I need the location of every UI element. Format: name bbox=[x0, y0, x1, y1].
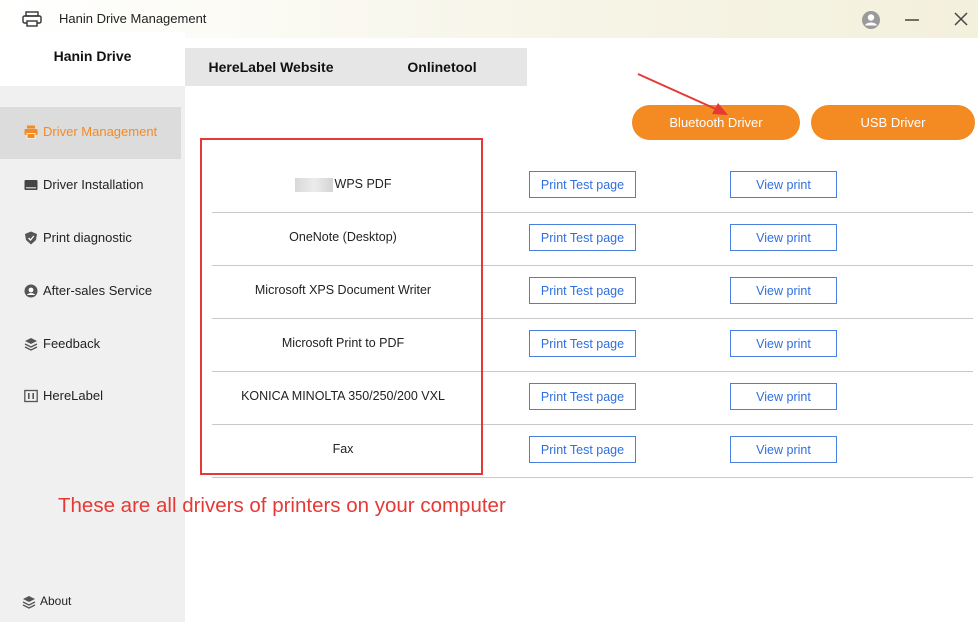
view-print-button[interactable]: View print bbox=[730, 436, 837, 463]
sidebar-item-driver-installation[interactable]: Driver Installation bbox=[0, 160, 181, 212]
sidebar-item-print-diagnostic[interactable]: Print diagnostic bbox=[0, 213, 181, 265]
print-test-page-button[interactable]: Print Test page bbox=[529, 436, 636, 463]
close-icon[interactable] bbox=[947, 8, 973, 30]
printer-icon bbox=[24, 125, 38, 139]
tab-hanin-drive[interactable]: Hanin Drive bbox=[0, 32, 185, 80]
sidebar-item-label: Feedback bbox=[43, 336, 101, 351]
tab-herelabel-website[interactable]: HereLabel Website bbox=[185, 48, 357, 86]
print-test-page-button[interactable]: Print Test page bbox=[529, 383, 636, 410]
print-test-page-button[interactable]: Print Test page bbox=[529, 277, 636, 304]
print-test-page-button[interactable]: Print Test page bbox=[529, 224, 636, 251]
sidebar-item-feedback[interactable]: Feedback bbox=[0, 319, 181, 371]
sidebar: Driver Management Driver Installation Pr… bbox=[0, 86, 185, 622]
annotation-arrow bbox=[637, 73, 728, 115]
sidebar-item-label: About bbox=[40, 594, 72, 608]
sidebar-item-label: Driver Installation bbox=[43, 177, 144, 192]
shield-icon bbox=[25, 231, 37, 245]
sidebar-item-label: Driver Management bbox=[43, 124, 158, 139]
sidebar-item-about[interactable]: About bbox=[0, 577, 181, 629]
sidebar-item-after-sales-service[interactable]: After-sales Service bbox=[0, 266, 181, 318]
minimize-icon[interactable] bbox=[900, 8, 924, 30]
printer-icon bbox=[22, 11, 42, 27]
tab-onlinetool[interactable]: Onlinetool bbox=[357, 48, 527, 86]
annotation-text: These are all drivers of printers on you… bbox=[58, 494, 506, 517]
sidebar-item-label: HereLabel bbox=[43, 388, 103, 403]
usb-driver-button[interactable]: USB Driver bbox=[811, 105, 975, 140]
sidebar-item-herelabel[interactable]: HereLabel bbox=[0, 371, 181, 423]
support-icon bbox=[24, 284, 38, 298]
view-print-button[interactable]: View print bbox=[730, 277, 837, 304]
sidebar-item-driver-management[interactable]: Driver Management bbox=[0, 107, 181, 159]
drive-icon bbox=[24, 180, 38, 190]
view-print-button[interactable]: View print bbox=[730, 383, 837, 410]
view-print-button[interactable]: View print bbox=[730, 171, 837, 198]
label-icon bbox=[24, 389, 38, 403]
view-print-button[interactable]: View print bbox=[730, 224, 837, 251]
sidebar-item-label: Print diagnostic bbox=[43, 230, 132, 245]
view-print-button[interactable]: View print bbox=[730, 330, 837, 357]
user-icon[interactable] bbox=[861, 10, 881, 30]
sidebar-item-label: After-sales Service bbox=[43, 283, 153, 298]
print-test-page-button[interactable]: Print Test page bbox=[529, 330, 636, 357]
window-title: Hanin Drive Management bbox=[59, 11, 207, 26]
tab-bar: Hanin Drive HereLabel Website Onlinetool bbox=[0, 32, 978, 86]
layers-icon bbox=[24, 338, 38, 351]
print-test-page-button[interactable]: Print Test page bbox=[529, 171, 636, 198]
annotation-highlight-box bbox=[200, 138, 483, 475]
layers-icon bbox=[22, 596, 36, 609]
